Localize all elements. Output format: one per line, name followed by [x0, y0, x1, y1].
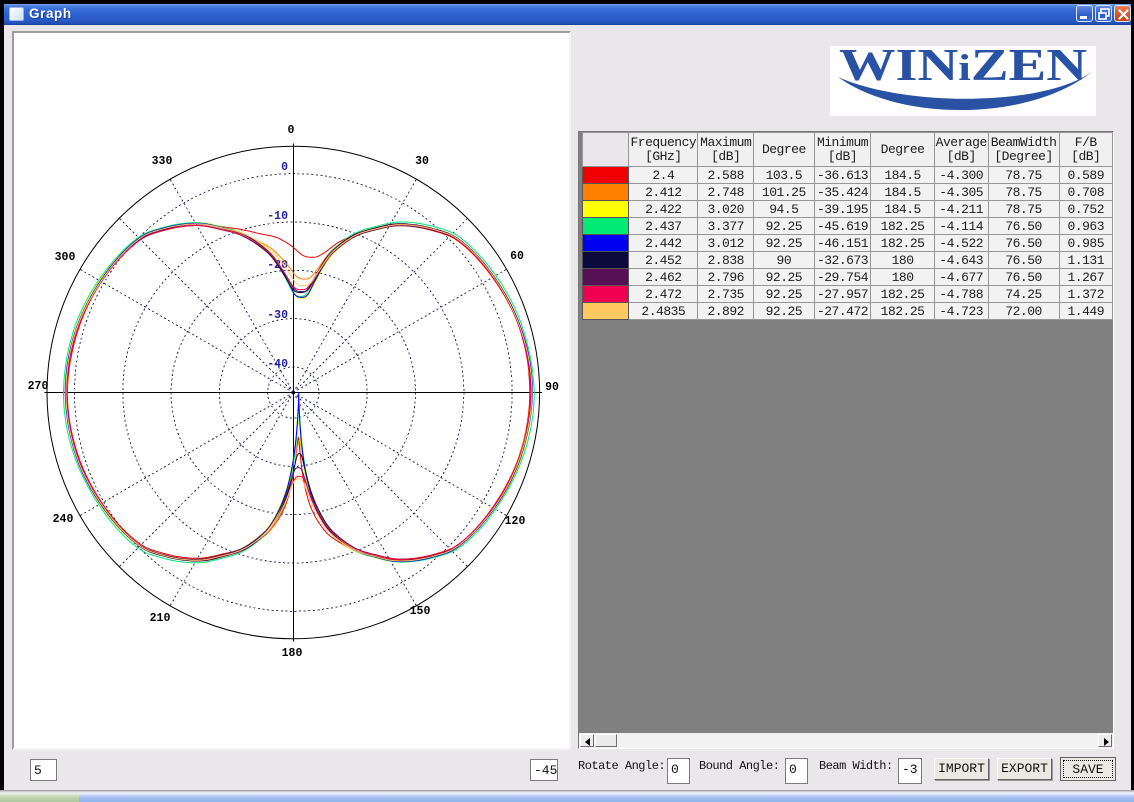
- svg-text:300: 300: [55, 251, 76, 264]
- svg-text:WINiZEN: WINiZEN: [839, 46, 1087, 90]
- svg-text:-30: -30: [267, 309, 288, 322]
- svg-text:60: 60: [510, 250, 524, 263]
- svg-text:330: 330: [152, 155, 173, 168]
- svg-text:270: 270: [28, 380, 49, 393]
- svg-text:180: 180: [282, 647, 303, 660]
- svg-text:-40: -40: [267, 358, 288, 371]
- svg-text:90: 90: [545, 381, 559, 394]
- svg-text:210: 210: [150, 612, 171, 625]
- svg-text:0: 0: [281, 161, 288, 174]
- svg-text:240: 240: [53, 513, 74, 526]
- svg-text:-10: -10: [267, 210, 288, 223]
- svg-text:150: 150: [410, 605, 431, 618]
- svg-text:120: 120: [505, 515, 526, 528]
- svg-text:30: 30: [415, 155, 429, 168]
- svg-text:0: 0: [288, 124, 295, 137]
